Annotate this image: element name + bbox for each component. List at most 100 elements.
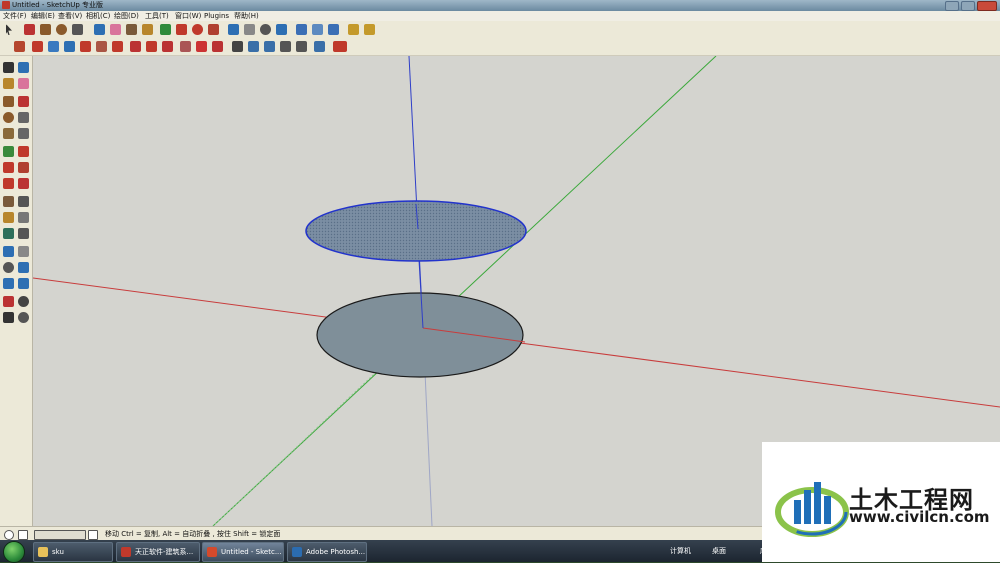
su-logo-icon[interactable] (333, 41, 347, 52)
3d-text-icon[interactable] (18, 228, 29, 239)
tape-measure-icon[interactable] (126, 24, 137, 35)
menu-file[interactable]: 文件(F) (3, 11, 27, 21)
flip-edge-icon[interactable] (112, 41, 123, 52)
split-icon[interactable] (162, 41, 173, 52)
arc-tool-icon[interactable] (72, 24, 83, 35)
rotate-tool-icon[interactable] (192, 24, 203, 35)
dimension-icon[interactable] (232, 41, 243, 52)
taskbar-item-photoshop[interactable]: Adobe Photosh... (287, 542, 367, 562)
menu-plugins[interactable]: Plugins (204, 11, 229, 21)
paint-bucket-icon[interactable] (142, 24, 153, 35)
close-button[interactable] (977, 1, 997, 11)
pencil-icon[interactable] (18, 96, 29, 107)
walk-icon[interactable] (3, 312, 14, 323)
component-icon[interactable] (18, 62, 29, 73)
zoom-extents-icon[interactable] (18, 278, 29, 289)
section-icon[interactable] (18, 312, 29, 323)
select-icon[interactable] (3, 62, 14, 73)
dimension-icon[interactable] (18, 196, 29, 207)
stamp-icon[interactable] (64, 41, 75, 52)
move-icon[interactable] (3, 146, 14, 157)
drape-icon[interactable] (80, 41, 91, 52)
tray-computer-label[interactable]: 计算机 (670, 540, 700, 562)
circle-tool-icon[interactable] (56, 24, 67, 35)
menu-edit[interactable]: 编辑(E) (31, 11, 55, 21)
smoove-icon[interactable] (48, 41, 59, 52)
credits-icon[interactable] (18, 530, 28, 540)
push-pull-icon[interactable] (176, 24, 187, 35)
follow-me-icon[interactable] (208, 24, 219, 35)
orbit-icon[interactable] (3, 246, 14, 257)
menu-window[interactable]: 窗口(W) (175, 11, 201, 21)
rotate-icon[interactable] (3, 162, 14, 173)
taskbar-item-tangent[interactable]: 天正软件-建筑系... (116, 542, 200, 562)
front-view-icon[interactable] (328, 24, 339, 35)
sandbox-icon[interactable] (14, 41, 25, 52)
curve-icon[interactable] (180, 41, 191, 52)
geo-location-icon[interactable] (4, 530, 14, 540)
paint-icon[interactable] (3, 78, 14, 89)
walk-icon[interactable] (314, 41, 325, 52)
line-tool-icon[interactable] (24, 24, 35, 35)
tray-desktop-label[interactable]: 桌面 (712, 540, 732, 562)
add-detail-icon[interactable] (96, 41, 107, 52)
orbit-icon[interactable] (228, 24, 239, 35)
text-icon[interactable] (18, 212, 29, 223)
share-model-icon[interactable] (364, 24, 375, 35)
lower-circle-face[interactable] (316, 292, 524, 378)
tangent-app-icon (121, 547, 131, 557)
taskbar-item-sku[interactable]: sku (33, 542, 113, 562)
from-scratch-icon[interactable] (32, 41, 43, 52)
scale-icon[interactable] (3, 178, 14, 189)
zoom-icon[interactable] (3, 262, 14, 273)
polygon-icon[interactable] (3, 128, 14, 139)
eraser-icon[interactable] (110, 24, 121, 35)
position-camera-icon[interactable] (3, 296, 14, 307)
weld-icon[interactable] (196, 41, 207, 52)
menu-help[interactable]: 帮助(H) (234, 11, 259, 21)
help-icon[interactable] (88, 530, 98, 540)
taskbar-item-sketchup[interactable]: Untitled - Sketc... (202, 542, 284, 562)
select-tool-icon[interactable] (6, 24, 12, 35)
rectangle-tool-icon[interactable] (40, 24, 51, 35)
menu-camera[interactable]: 相机(C) (86, 11, 110, 21)
rectangle-icon[interactable] (3, 96, 14, 107)
status-tools-icon[interactable] (34, 530, 86, 540)
pan-icon[interactable] (244, 24, 255, 35)
section-plane-icon[interactable] (130, 41, 141, 52)
arc-icon[interactable] (18, 112, 29, 123)
follow-me-icon[interactable] (18, 162, 29, 173)
extrude-icon[interactable] (146, 41, 157, 52)
zoom-icon[interactable] (260, 24, 271, 35)
previous-view-icon[interactable] (3, 278, 14, 289)
menu-draw[interactable]: 绘图(D) (114, 11, 139, 21)
offset-icon[interactable] (18, 178, 29, 189)
iso-view-icon[interactable] (296, 24, 307, 35)
top-view-icon[interactable] (312, 24, 323, 35)
circle-icon[interactable] (3, 112, 14, 123)
push-pull-icon[interactable] (18, 146, 29, 157)
move-tool-icon[interactable] (160, 24, 171, 35)
3d-text-icon[interactable] (296, 41, 307, 52)
zoom-window-icon[interactable] (18, 262, 29, 273)
tape-icon[interactable] (3, 196, 14, 207)
title-bar: Untitled - SketchUp 专业版 (0, 0, 1000, 11)
protractor-icon[interactable] (280, 41, 291, 52)
look-around-icon[interactable] (18, 296, 29, 307)
protractor-icon[interactable] (3, 212, 14, 223)
axes-tool-icon[interactable] (264, 41, 275, 52)
eraser-icon[interactable] (18, 78, 29, 89)
text-tool-icon[interactable] (248, 41, 259, 52)
zoom-extents-icon[interactable] (276, 24, 287, 35)
minimize-button[interactable] (945, 1, 959, 11)
pan-icon[interactable] (18, 246, 29, 257)
menu-view[interactable]: 查看(V) (58, 11, 82, 21)
menu-tools[interactable]: 工具(T) (145, 11, 169, 21)
joint-push-pull-icon[interactable] (212, 41, 223, 52)
get-models-icon[interactable] (348, 24, 359, 35)
freehand-icon[interactable] (18, 128, 29, 139)
start-button[interactable] (3, 541, 25, 563)
make-component-icon[interactable] (94, 24, 105, 35)
axes-icon[interactable] (3, 228, 14, 239)
maximize-button[interactable] (961, 1, 975, 11)
